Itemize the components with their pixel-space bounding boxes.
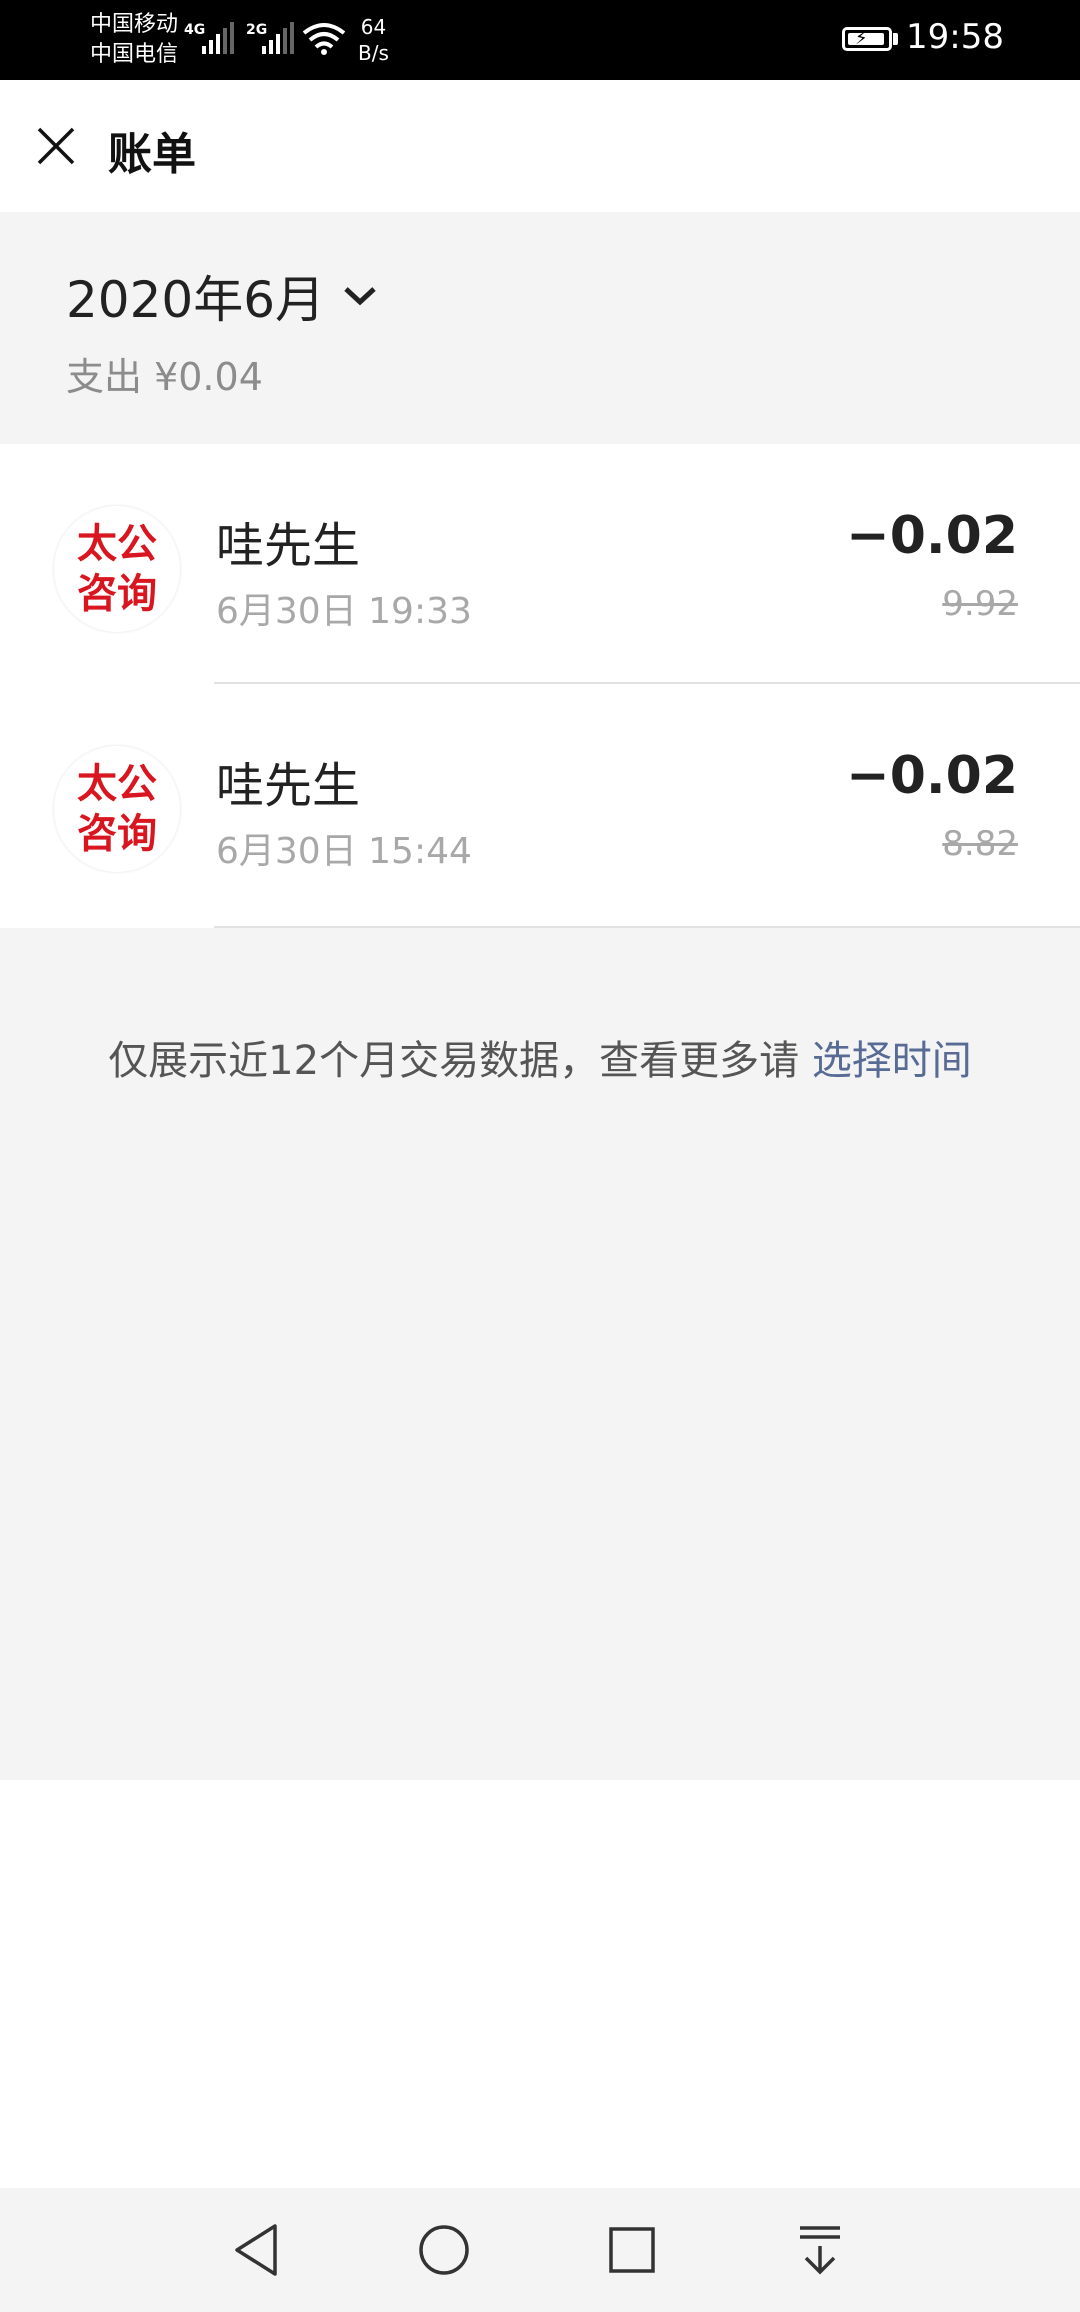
month-label: 2020年6月	[66, 271, 326, 329]
speed-value: 64	[360, 15, 387, 39]
transaction-time: 6月30日 15:44	[216, 831, 472, 872]
home-icon	[419, 2225, 469, 2275]
carrier-2: 中国电信	[90, 42, 179, 67]
merchant-name: 哇先生	[216, 758, 361, 814]
back-icon	[235, 2224, 277, 2276]
merchant-avatar: 太公 咨询	[54, 746, 180, 872]
select-time-link[interactable]: 选择时间	[812, 1038, 972, 1084]
month-summary: 2020年6月 支出 ¥0.04	[0, 212, 1080, 444]
speed-unit: B/s	[358, 41, 389, 65]
close-button[interactable]	[28, 116, 84, 176]
history-note-text: 仅展示近12个月交易数据，查看更多请	[108, 1038, 812, 1084]
header: 账单	[0, 80, 1080, 212]
total-expense: 支出 ¥0.04	[66, 355, 263, 399]
avatar-text-2: 咨询	[77, 811, 157, 857]
transaction-balance: 8.82	[942, 824, 1018, 864]
avatar-text-1: 太公	[77, 761, 157, 807]
transaction-row[interactable]: 太公 咨询 哇先生 6月30日 19:33 −0.02 9.92	[0, 444, 1080, 684]
recents-icon	[609, 2227, 655, 2273]
home-button[interactable]	[412, 2218, 476, 2282]
avatar-text-1: 太公	[77, 521, 157, 567]
notification-pulldown-button[interactable]	[788, 2218, 852, 2282]
history-note: 仅展示近12个月交易数据，查看更多请 选择时间	[0, 1028, 1080, 1086]
avatar-text-2: 咨询	[77, 571, 157, 617]
back-button[interactable]	[224, 2218, 288, 2282]
wifi-icon	[302, 23, 346, 55]
footer-area: 仅展示近12个月交易数据，查看更多请 选择时间	[0, 928, 1080, 1780]
transaction-row[interactable]: 太公 咨询 哇先生 6月30日 15:44 −0.02 8.82	[0, 684, 1080, 928]
status-bar: 中国移动 中国电信 4G 2G 64 B/s ⚡ 19:58	[0, 0, 1080, 80]
transaction-amount: −0.02	[846, 746, 1018, 806]
close-icon	[37, 127, 75, 165]
merchant-name: 哇先生	[216, 518, 361, 574]
system-nav-bar	[0, 2188, 1080, 2312]
carrier-1: 中国移动	[90, 12, 179, 37]
network-speed: 64 B/s	[358, 14, 389, 66]
merchant-avatar: 太公 咨询	[54, 506, 180, 632]
carrier-names: 中国移动 中国电信	[90, 10, 178, 70]
notification-pulldown-icon	[800, 2226, 840, 2275]
battery-nub	[893, 33, 898, 45]
month-selector[interactable]: 2020年6月	[66, 260, 377, 332]
transaction-list: 太公 咨询 哇先生 6月30日 19:33 −0.02 9.92 太公 咨询 哇…	[0, 444, 1080, 928]
page-title: 账单	[108, 129, 196, 180]
signal-icon	[262, 22, 294, 54]
transaction-amount: −0.02	[846, 506, 1018, 566]
transaction-balance: 9.92	[942, 584, 1018, 624]
signal-icon	[202, 22, 234, 54]
transaction-time: 6月30日 19:33	[216, 591, 472, 632]
chevron-down-icon	[344, 287, 376, 306]
status-time: 19:58	[906, 17, 1004, 57]
recents-button[interactable]	[600, 2218, 664, 2282]
battery-charging-icon: ⚡	[842, 27, 892, 51]
